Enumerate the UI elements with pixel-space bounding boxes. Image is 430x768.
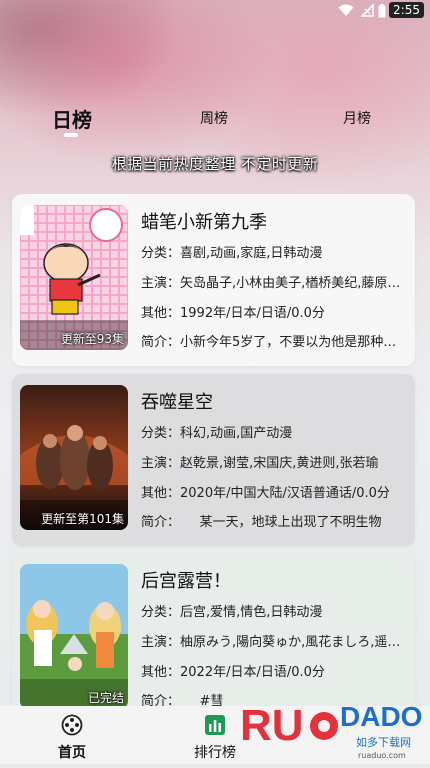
cast-line: 主演：柚原みう,陽向葵ゅか,風花ましろ,遥そら xyxy=(141,635,407,650)
ranking-card[interactable]: 更新至93集 蜡笔小新第九季 分类：喜剧,动画,家庭,日韩动漫 主演：矢岛晶子,… xyxy=(12,194,415,366)
no-signal-icon xyxy=(361,4,374,17)
cast-line: 主演：赵乾景,谢莹,宋国庆,黄进则,张若瑜 xyxy=(141,456,379,471)
tab-indicator xyxy=(64,133,78,137)
episode-badge: 更新至第101集 xyxy=(41,512,124,526)
nav-home[interactable]: 首页 xyxy=(32,714,112,762)
film-reel-icon xyxy=(61,714,83,736)
site-watermark-logo: RU DADO 如多下载网 ruaduo.com xyxy=(240,690,430,764)
cast-line: 主演：矢岛晶子,小林由美子,楢桥美纪,藤原启治 xyxy=(141,276,407,291)
wifi-icon xyxy=(338,4,354,16)
genre-line: 分类：科幻,动画,国产动漫 xyxy=(141,426,293,441)
episode-badge: 更新至93集 xyxy=(60,332,124,346)
info-line: 其他：1992年/日本/日语/0.0分 xyxy=(141,306,325,321)
show-title: 蜡笔小新第九季 xyxy=(141,212,267,233)
svg-text:DADO: DADO xyxy=(340,701,422,732)
nav-home-label: 首页 xyxy=(58,745,86,761)
info-line: 其他：2020年/中国大陆/汉语普通话/0.0分 xyxy=(141,486,390,501)
poster-image[interactable]: 更新至93集 xyxy=(20,205,128,350)
genre-line: 分类：后宫,爱情,情色,日韩动漫 xyxy=(141,605,323,620)
tab-daily[interactable]: 日榜 xyxy=(52,104,92,133)
show-title: 后宫露营！ xyxy=(141,571,231,592)
poster-image[interactable]: 已完结 xyxy=(20,564,128,709)
genre-line: 分类：喜剧,动画,家庭,日韩动漫 xyxy=(141,246,323,261)
ranking-card[interactable]: 更新至第101集 吞噬星空 分类：科幻,动画,国产动漫 主演：赵乾景,谢莹,宋国… xyxy=(12,374,415,546)
intro-line: 简介： 某一天，地球上出现了不明生物 xyxy=(141,515,382,530)
status-time: 2:55 xyxy=(389,2,424,18)
svg-text:如多下载网: 如多下载网 xyxy=(356,735,411,749)
ranking-chart-icon xyxy=(205,715,225,735)
svg-text:ruaduo.com: ruaduo.com xyxy=(358,751,406,760)
tab-weekly[interactable]: 周榜 xyxy=(200,108,228,128)
tab-monthly[interactable]: 月榜 xyxy=(343,108,371,128)
poster-image[interactable]: 更新至第101集 xyxy=(20,385,128,530)
status-bar: 2:55 xyxy=(0,0,430,22)
info-line: 其他：2022年/日本/日语/0.0分 xyxy=(141,665,325,680)
svg-text:RU: RU xyxy=(240,701,304,750)
update-notice: 根据当前热度整理 不定时更新 xyxy=(111,155,319,173)
battery-icon xyxy=(378,4,386,18)
show-title: 吞噬星空 xyxy=(141,392,213,413)
intro-line: 简介：小新今年5岁了，不要以为他是那种天真可爱的小孩 xyxy=(141,335,407,350)
